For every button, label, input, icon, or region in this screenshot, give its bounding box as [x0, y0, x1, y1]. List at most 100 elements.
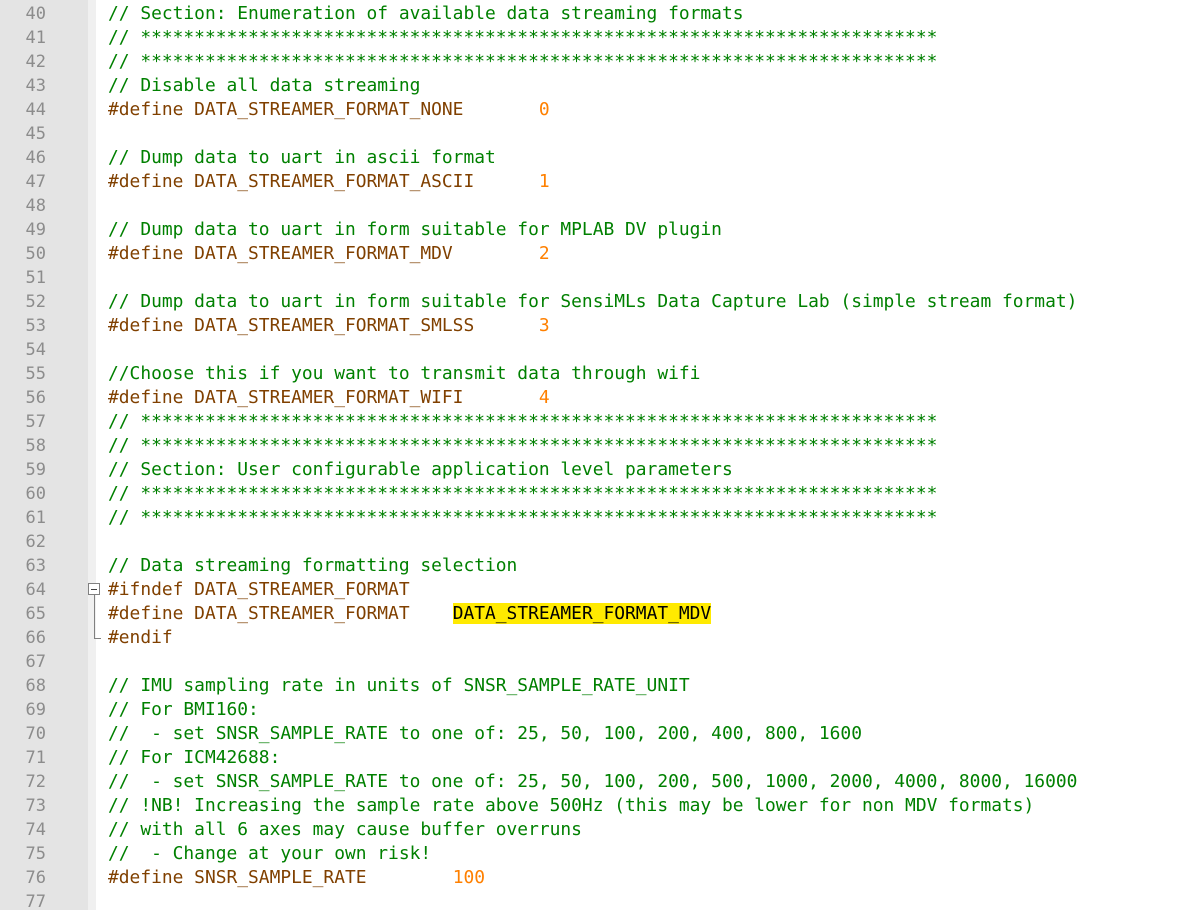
- line-number: 49: [25, 220, 46, 240]
- line-number: 58: [25, 436, 46, 456]
- code-line[interactable]: 73 // !NB! Increasing the sample rate abo…: [0, 794, 1204, 818]
- number-token: 1: [538, 171, 550, 192]
- code-text: // *************************************…: [108, 482, 937, 506]
- number-token: 0: [538, 99, 550, 120]
- code-line[interactable]: 51: [0, 266, 1204, 290]
- code-line[interactable]: 55 //Choose this if you want to transmit …: [0, 362, 1204, 386]
- code-line[interactable]: 53 #define DATA_STREAMER_FORMAT_SMLSS 3: [0, 314, 1204, 338]
- line-number: 72: [25, 772, 46, 792]
- preprocessor-token: #define DATA_STREAMER_FORMAT_MDV: [108, 243, 539, 264]
- code-line[interactable]: 40 // Section: Enumeration of available d…: [0, 2, 1204, 26]
- comment-token: // *************************************…: [108, 51, 938, 72]
- code-line[interactable]: 68 // IMU sampling rate in units of SNSR_…: [0, 674, 1204, 698]
- code-text: // *************************************…: [108, 410, 937, 434]
- line-number: 77: [25, 892, 46, 912]
- code-text: #endif: [108, 626, 173, 650]
- code-text: #define DATA_STREAMER_FORMAT_MDV 2: [108, 242, 550, 266]
- code-text: // *************************************…: [108, 26, 937, 50]
- code-text: // with all 6 axes may cause buffer over…: [108, 818, 582, 842]
- code-line[interactable]: 48: [0, 194, 1204, 218]
- comment-token: // Dump data to uart in ascii format: [108, 147, 496, 168]
- preprocessor-token: #define DATA_STREAMER_FORMAT_SMLSS: [108, 315, 539, 336]
- number-token: 4: [538, 387, 550, 408]
- code-line[interactable]: 64 #ifndef DATA_STREAMER_FORMAT: [0, 578, 1204, 626]
- code-line[interactable]: 41 // ***********************************…: [0, 26, 1204, 50]
- code-line[interactable]: 76 #define SNSR_SAMPLE_RATE 100: [0, 866, 1204, 890]
- code-line[interactable]: 70 // - set SNSR_SAMPLE_RATE to one of: 2…: [0, 722, 1204, 746]
- code-text: // Section: Enumeration of available dat…: [108, 2, 744, 26]
- comment-token: // *************************************…: [108, 411, 938, 432]
- comment-token: // with all 6 axes may cause buffer over…: [108, 819, 582, 840]
- code-line[interactable]: 54: [0, 338, 1204, 362]
- preprocessor-token: #define DATA_STREAMER_FORMAT_ASCII: [108, 171, 539, 192]
- number-token: 2: [538, 243, 550, 264]
- code-line[interactable]: 74 // with all 6 axes may cause buffer ov…: [0, 818, 1204, 842]
- line-number: 73: [25, 796, 46, 816]
- line-number: 40: [25, 4, 46, 24]
- comment-token: // Dump data to uart in form suitable fo…: [108, 219, 722, 240]
- code-line[interactable]: 50 #define DATA_STREAMER_FORMAT_MDV 2: [0, 242, 1204, 266]
- code-line[interactable]: 67: [0, 650, 1204, 674]
- comment-token: // - set SNSR_SAMPLE_RATE to one of: 25,…: [108, 723, 862, 744]
- code-line[interactable]: 42 // ***********************************…: [0, 50, 1204, 74]
- code-line[interactable]: 71 // For ICM42688:: [0, 746, 1204, 770]
- code-text: #ifndef DATA_STREAMER_FORMAT: [108, 578, 410, 602]
- code-text: // !NB! Increasing the sample rate above…: [108, 794, 1034, 818]
- code-editor[interactable]: 40// Section: Enumeration of available d…: [0, 0, 1204, 912]
- code-line[interactable]: 62: [0, 530, 1204, 554]
- code-line[interactable]: 45: [0, 122, 1204, 146]
- code-line[interactable]: 47 #define DATA_STREAMER_FORMAT_ASCII 1: [0, 170, 1204, 194]
- code-text: #define DATA_STREAMER_FORMAT_ASCII 1: [108, 170, 550, 194]
- code-text: //Choose this if you want to transmit da…: [108, 362, 700, 386]
- comment-token: // - Change at your own risk!: [108, 843, 432, 864]
- code-text: // - set SNSR_SAMPLE_RATE to one of: 25,…: [108, 722, 862, 746]
- line-number: 71: [25, 748, 46, 768]
- code-line[interactable]: 60 // ***********************************…: [0, 482, 1204, 506]
- code-line[interactable]: 72 // - set SNSR_SAMPLE_RATE to one of: 2…: [0, 770, 1204, 794]
- comment-token: // For BMI160:: [108, 699, 259, 720]
- line-number: 60: [25, 484, 46, 504]
- number-token: 3: [538, 315, 550, 336]
- line-number: 45: [25, 124, 46, 144]
- line-number: 42: [25, 52, 46, 72]
- preprocessor-token: #define SNSR_SAMPLE_RATE: [108, 867, 453, 888]
- preprocessor-token: #ifndef DATA_STREAMER_FORMAT: [108, 579, 410, 600]
- code-text: // For ICM42688:: [108, 746, 280, 770]
- code-text: #define SNSR_SAMPLE_RATE 100: [108, 866, 485, 890]
- code-line[interactable]: 59 // Section: User configurable applicat…: [0, 458, 1204, 482]
- code-line[interactable]: 56 #define DATA_STREAMER_FORMAT_WIFI 4: [0, 386, 1204, 410]
- comment-token: // !NB! Increasing the sample rate above…: [108, 795, 1035, 816]
- code-line[interactable]: 63 // Data streaming formatting selection: [0, 554, 1204, 578]
- code-text: #define DATA_STREAMER_FORMAT_SMLSS 3: [108, 314, 550, 338]
- comment-token: // Section: Enumeration of available dat…: [108, 3, 744, 24]
- line-number: 75: [25, 844, 46, 864]
- line-number: 47: [25, 172, 46, 192]
- code-text: // - Change at your own risk!: [108, 842, 431, 866]
- code-text: #define DATA_STREAMER_FORMAT DATA_STREAM…: [108, 602, 712, 626]
- line-number: 63: [25, 556, 46, 576]
- fold-collapse-minus-icon[interactable]: [88, 583, 100, 595]
- code-line[interactable]: 69 // For BMI160:: [0, 698, 1204, 722]
- line-number: 51: [25, 268, 46, 288]
- code-text: #define DATA_STREAMER_FORMAT_WIFI 4: [108, 386, 550, 410]
- code-line[interactable]: 46 // Dump data to uart in ascii format: [0, 146, 1204, 170]
- code-line[interactable]: 66 #endif: [0, 626, 1204, 650]
- comment-token: // *************************************…: [108, 483, 938, 504]
- code-line[interactable]: 77: [0, 890, 1204, 914]
- code-line[interactable]: 52 // Dump data to uart in form suitable …: [0, 290, 1204, 314]
- comment-token: //Choose this if you want to transmit da…: [108, 363, 701, 384]
- code-text: // Data streaming formatting selection: [108, 554, 517, 578]
- code-line[interactable]: 49 // Dump data to uart in form suitable …: [0, 218, 1204, 242]
- code-line[interactable]: 44 #define DATA_STREAMER_FORMAT_NONE 0: [0, 98, 1204, 122]
- code-line[interactable]: 43 // Disable all data streaming: [0, 74, 1204, 98]
- code-line[interactable]: 58 // ***********************************…: [0, 434, 1204, 458]
- code-line[interactable]: 65 #define DATA_STREAMER_FORMAT DATA_STRE…: [0, 602, 1204, 626]
- line-number: 59: [25, 460, 46, 480]
- preprocessor-token: #define DATA_STREAMER_FORMAT_NONE: [108, 99, 539, 120]
- line-number: 54: [25, 340, 46, 360]
- code-text: // *************************************…: [108, 506, 937, 530]
- code-line[interactable]: 57 // ***********************************…: [0, 410, 1204, 434]
- code-line[interactable]: 75 // - Change at your own risk!: [0, 842, 1204, 866]
- code-line[interactable]: 61 // ***********************************…: [0, 506, 1204, 530]
- line-number: 48: [25, 196, 46, 216]
